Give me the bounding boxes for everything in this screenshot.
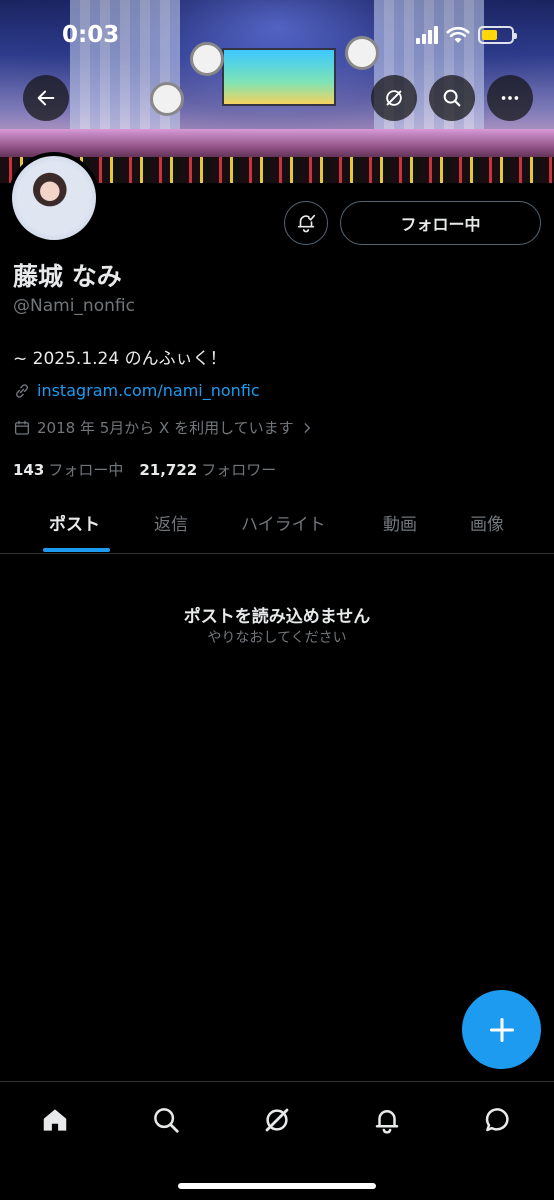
following-stat[interactable]: 143 フォロー中 <box>13 459 123 480</box>
tab-videos[interactable]: 動画 <box>383 510 417 535</box>
more-button[interactable] <box>487 75 533 121</box>
nav-home[interactable] <box>35 1100 75 1140</box>
avatar[interactable] <box>8 152 100 244</box>
search-button[interactable] <box>429 75 475 121</box>
profile-bio: ~ 2025.1.24 のんふぃく！ <box>13 349 227 369</box>
cellular-signal-icon <box>416 26 438 44</box>
grok-icon <box>386 90 402 106</box>
link-icon <box>16 383 28 398</box>
more-icon <box>501 96 519 100</box>
banner-clock <box>345 36 379 70</box>
chevron-right-icon <box>304 422 310 433</box>
bell-check-icon <box>297 214 316 233</box>
battery-icon <box>478 26 517 44</box>
followers-stat[interactable]: 21,722 フォロワー <box>139 459 276 480</box>
tab-images[interactable]: 画像 <box>470 510 504 535</box>
active-tab-indicator <box>43 548 110 552</box>
tab-posts[interactable]: ポスト <box>49 510 100 535</box>
notifications-icon <box>375 1110 399 1134</box>
status-icons <box>416 26 517 44</box>
tab-replies[interactable]: 返信 <box>154 510 188 535</box>
following-count: 143 <box>13 461 45 479</box>
follow-stats: 143 フォロー中 21,722 フォロワー <box>13 459 276 480</box>
tab-highlights[interactable]: ハイライト <box>241 510 326 535</box>
plus-icon <box>489 1017 514 1042</box>
following-label: フォロー中 <box>48 461 124 479</box>
joined-date[interactable]: 2018 年 5月から X を利用しています <box>13 417 314 438</box>
banner-clock <box>150 82 184 116</box>
arrow-left-icon <box>37 90 55 106</box>
following-button[interactable]: フォロー中 <box>340 201 541 245</box>
avatar-image <box>12 156 96 240</box>
grok-button[interactable] <box>371 75 417 121</box>
followers-count: 21,722 <box>139 461 198 479</box>
home-icon <box>43 1109 67 1131</box>
empty-state-title: ポストを読み込めません <box>183 607 371 627</box>
messages-icon <box>485 1108 509 1132</box>
nav-grok[interactable] <box>257 1100 297 1140</box>
joined-date-text: 2018 年 5月から X を利用しています <box>37 419 294 437</box>
nav-notifications[interactable] <box>367 1100 407 1140</box>
banner-stage-screen <box>222 48 336 106</box>
profile-name: 藤城 なみ <box>13 262 122 291</box>
banner-clock <box>190 42 224 76</box>
followers-label: フォロワー <box>201 461 277 479</box>
search-icon <box>443 89 461 107</box>
grok-icon <box>265 1108 289 1132</box>
compose-post-button[interactable] <box>462 990 541 1069</box>
nav-messages[interactable] <box>478 1100 518 1140</box>
calendar-icon <box>14 420 30 435</box>
wifi-icon <box>446 26 470 43</box>
profile-link-text[interactable]: instagram.com/nami_nonfic <box>37 381 260 400</box>
nav-search[interactable] <box>146 1100 186 1140</box>
search-icon <box>154 1108 179 1133</box>
empty-state-subtitle: やりなおしてください <box>207 630 347 646</box>
profile-link[interactable]: instagram.com/nami_nonfic <box>13 381 260 400</box>
notification-bell-button[interactable] <box>284 201 328 245</box>
status-time: 0:03 <box>62 22 120 48</box>
home-indicator[interactable] <box>178 1183 376 1189</box>
back-button[interactable] <box>23 75 69 121</box>
profile-tabs: ポスト 返信 ハイライト 動画 画像 <box>0 498 554 554</box>
profile-handle: @Nami_nonfic <box>13 296 135 316</box>
